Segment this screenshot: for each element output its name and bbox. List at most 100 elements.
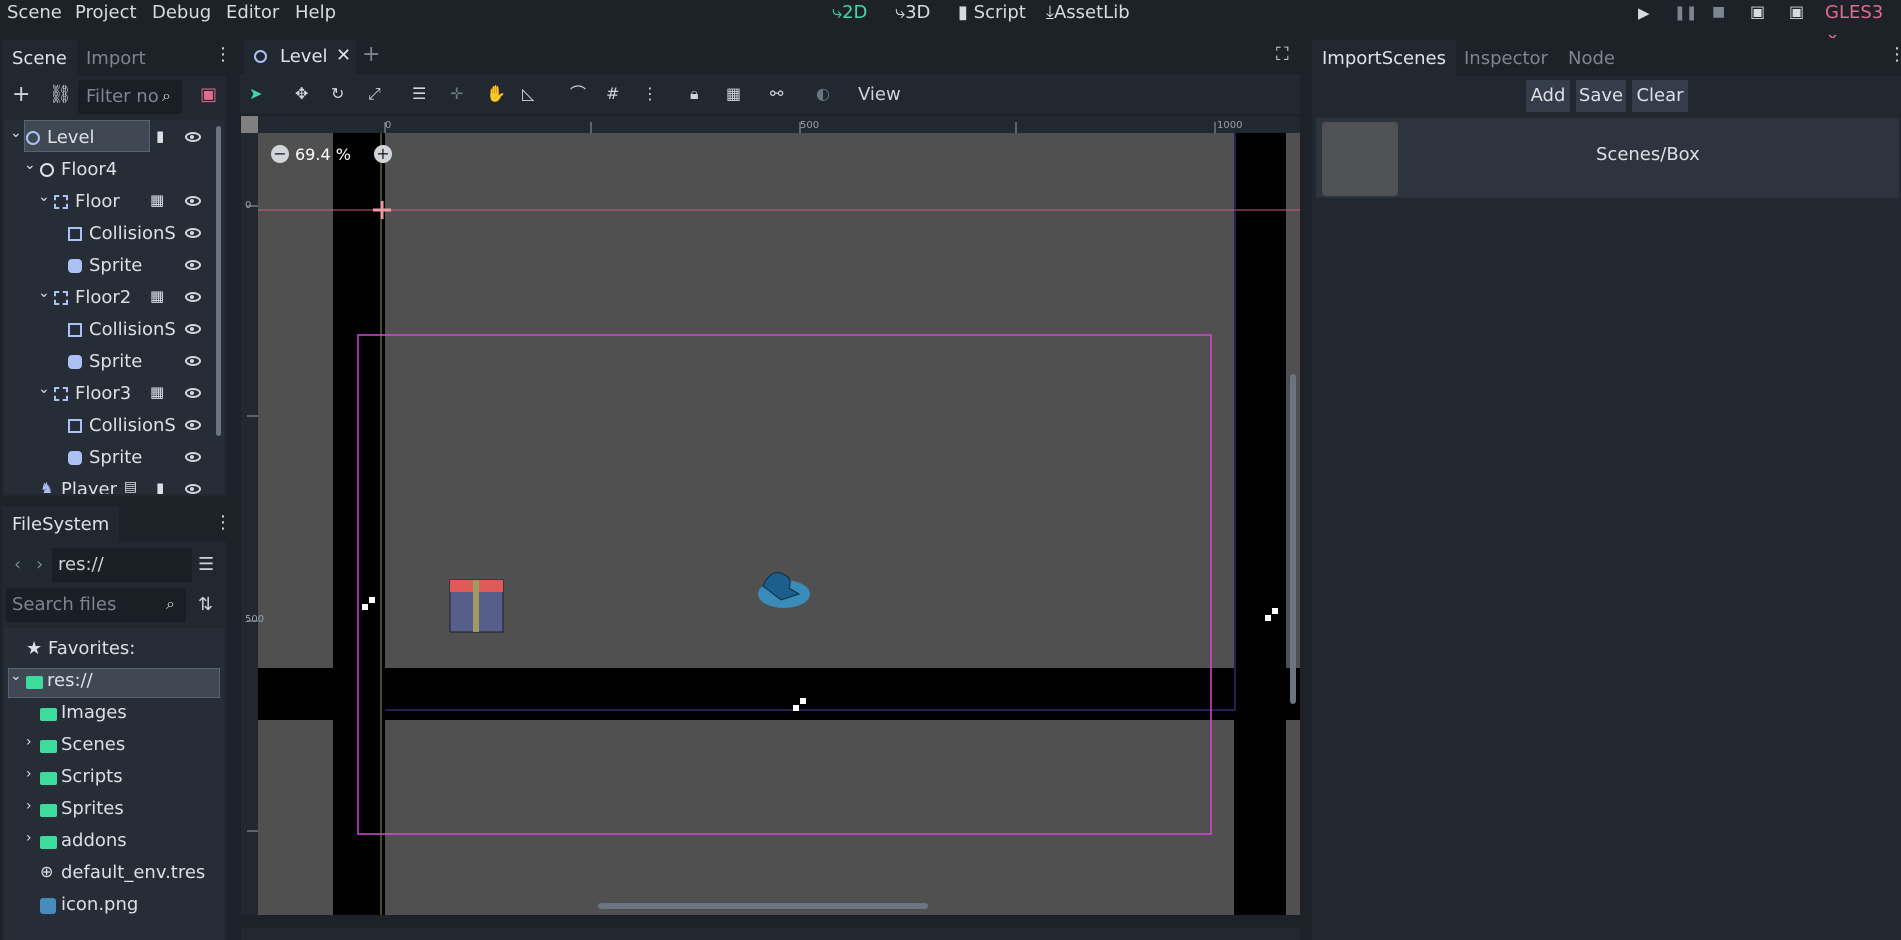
play-icon[interactable]: ▶	[1638, 4, 1650, 22]
tree-item-floor2[interactable]: ⌄ Floor2 ▦	[4, 285, 214, 315]
scene-script-icon[interactable]: ▣	[200, 86, 217, 104]
tree-item-collision[interactable]: CollisionS	[4, 221, 214, 251]
smart-snap-icon[interactable]: ⌒	[570, 86, 586, 102]
dock-menu-icon[interactable]: ⋮	[214, 46, 232, 64]
tab-inspector[interactable]: Inspector	[1454, 40, 1558, 76]
dock-menu-icon[interactable]: ⋮	[1888, 46, 1901, 64]
floor-bar[interactable]	[258, 668, 1300, 720]
folder-addons[interactable]: › addons	[4, 828, 214, 858]
group-icon[interactable]: ▦	[150, 383, 164, 401]
pause-icon[interactable]: ❚❚	[1674, 5, 1697, 21]
menu-help[interactable]: Help	[295, 2, 336, 23]
visibility-icon[interactable]	[185, 132, 201, 142]
dock-menu-icon[interactable]: ⋮	[214, 514, 232, 532]
workspace-3d-button[interactable]: ⤷3D	[895, 2, 930, 23]
link-icon[interactable]: ⛓	[49, 86, 72, 104]
horizontal-scrollbar[interactable]	[598, 903, 928, 909]
play-custom-scene-icon[interactable]: ▣	[1789, 2, 1804, 21]
visibility-icon[interactable]	[185, 356, 201, 366]
pivot-tool-icon[interactable]: ✛	[450, 86, 463, 102]
folder-images[interactable]: Images	[4, 700, 214, 730]
tree-item-floor[interactable]: ⌄ Floor ▦	[4, 189, 214, 219]
group-icon[interactable]: ▦	[150, 191, 164, 209]
visibility-icon[interactable]	[185, 228, 201, 238]
forward-icon[interactable]: ›	[36, 556, 43, 574]
tree-item-floor4[interactable]: ⌄ Floor4	[4, 157, 214, 187]
grid-snap-icon[interactable]: #	[606, 86, 619, 102]
folder-sprites[interactable]: › Sprites	[4, 796, 214, 826]
zoom-level[interactable]: 69.4 %	[295, 145, 351, 164]
fullscreen-icon[interactable]: ⛶	[1276, 46, 1289, 64]
search-files-input[interactable]: Search files ⌕	[6, 588, 186, 622]
list-select-icon[interactable]: ☰	[412, 86, 426, 102]
canvas-viewport[interactable]: 0 500 1000 0 500 − 69.4 % +	[241, 116, 1300, 915]
save-button[interactable]: Save	[1576, 80, 1626, 112]
tree-item-sprite[interactable]: Sprite	[4, 349, 214, 379]
add-node-icon[interactable]: +	[12, 84, 30, 106]
script-icon[interactable]: ▮	[156, 479, 164, 494]
pan-tool-icon[interactable]: ✋	[486, 86, 506, 102]
visibility-icon[interactable]	[185, 388, 201, 398]
visibility-icon[interactable]	[185, 324, 201, 334]
group-icon[interactable]: ▦	[726, 86, 741, 102]
back-icon[interactable]: ‹	[14, 556, 21, 574]
zoom-in-icon[interactable]: +	[374, 145, 392, 163]
tab-filesystem[interactable]: FileSystem	[2, 506, 120, 542]
workspace-assetlib-button[interactable]: ⤓AssetLib	[1046, 2, 1130, 23]
add-button[interactable]: Add	[1526, 80, 1570, 112]
tree-item-floor3[interactable]: ⌄ Floor3 ▦	[4, 381, 214, 411]
move-tool-icon[interactable]: ✥	[295, 86, 308, 102]
tree-item-level[interactable]: ⌄ Level ▮	[4, 125, 214, 155]
split-view-icon[interactable]: ☰	[198, 556, 214, 574]
tab-importscenes[interactable]: ImportScenes	[1312, 40, 1456, 76]
lock-icon[interactable]: 🔒︎	[690, 86, 699, 102]
stop-icon[interactable]: ■	[1712, 4, 1725, 20]
workspace-2d-button[interactable]: ⤷2D	[832, 2, 867, 23]
bone-icon[interactable]: ⚯	[770, 86, 783, 102]
file-default-env[interactable]: ⊕ default_env.tres	[4, 860, 214, 890]
sort-icon[interactable]: ⇅	[198, 596, 213, 614]
tree-item-collision[interactable]: CollisionS	[4, 317, 214, 347]
close-icon[interactable]: ✕	[336, 45, 351, 66]
play-scene-icon[interactable]: ▣	[1750, 2, 1765, 21]
workspace-script-button[interactable]: ▮ Script	[958, 2, 1026, 23]
tree-item-player[interactable]: ♞ Player ▤ ▮	[4, 477, 214, 494]
script-icon[interactable]: ▮	[156, 127, 164, 145]
visibility-icon[interactable]	[185, 292, 201, 302]
camera-override-icon[interactable]: ◐	[816, 86, 830, 102]
favorites-item[interactable]: ★ Favorites:	[4, 636, 214, 666]
file-icon-png[interactable]: icon.png	[4, 892, 214, 922]
visibility-icon[interactable]	[185, 420, 201, 430]
tree-item-collision[interactable]: CollisionS	[4, 413, 214, 443]
tab-level[interactable]: Level ✕	[244, 40, 356, 74]
wall-left[interactable]	[333, 133, 385, 915]
view-menu[interactable]: View	[858, 84, 901, 105]
visibility-icon[interactable]	[185, 260, 201, 270]
tree-item-sprite[interactable]: Sprite	[4, 445, 214, 475]
menu-scene[interactable]: Scene	[7, 2, 62, 23]
vertical-scrollbar[interactable]	[1290, 374, 1296, 704]
tab-scene[interactable]: Scene	[2, 40, 77, 76]
visibility-icon[interactable]	[185, 196, 201, 206]
folder-scripts[interactable]: › Scripts	[4, 764, 214, 794]
add-tab-icon[interactable]: +	[362, 44, 380, 66]
menu-debug[interactable]: Debug	[152, 2, 211, 23]
scene-entry[interactable]: Scenes/Box	[1316, 118, 1899, 198]
folder-scenes[interactable]: › Scenes	[4, 732, 214, 762]
scale-tool-icon[interactable]: ⤢	[368, 86, 381, 102]
tab-node[interactable]: Node	[1558, 40, 1625, 76]
path-input[interactable]: res://	[52, 548, 192, 582]
menu-project[interactable]: Project	[75, 2, 137, 23]
camera-icon[interactable]: ▤	[124, 479, 137, 494]
visibility-icon[interactable]	[185, 452, 201, 462]
scene-tree-scrollbar[interactable]	[216, 126, 221, 436]
zoom-out-icon[interactable]: −	[271, 145, 289, 163]
snap-options-icon[interactable]: ⋮	[642, 86, 658, 102]
tree-item-sprite[interactable]: Sprite	[4, 253, 214, 283]
ruler-tool-icon[interactable]: ◺	[522, 86, 534, 102]
visibility-icon[interactable]	[185, 484, 201, 494]
group-icon[interactable]: ▦	[150, 287, 164, 305]
menu-editor[interactable]: Editor	[226, 2, 279, 23]
select-tool-icon[interactable]: ➤	[249, 86, 262, 102]
folder-res-root[interactable]: ⌄ res://	[4, 668, 214, 698]
